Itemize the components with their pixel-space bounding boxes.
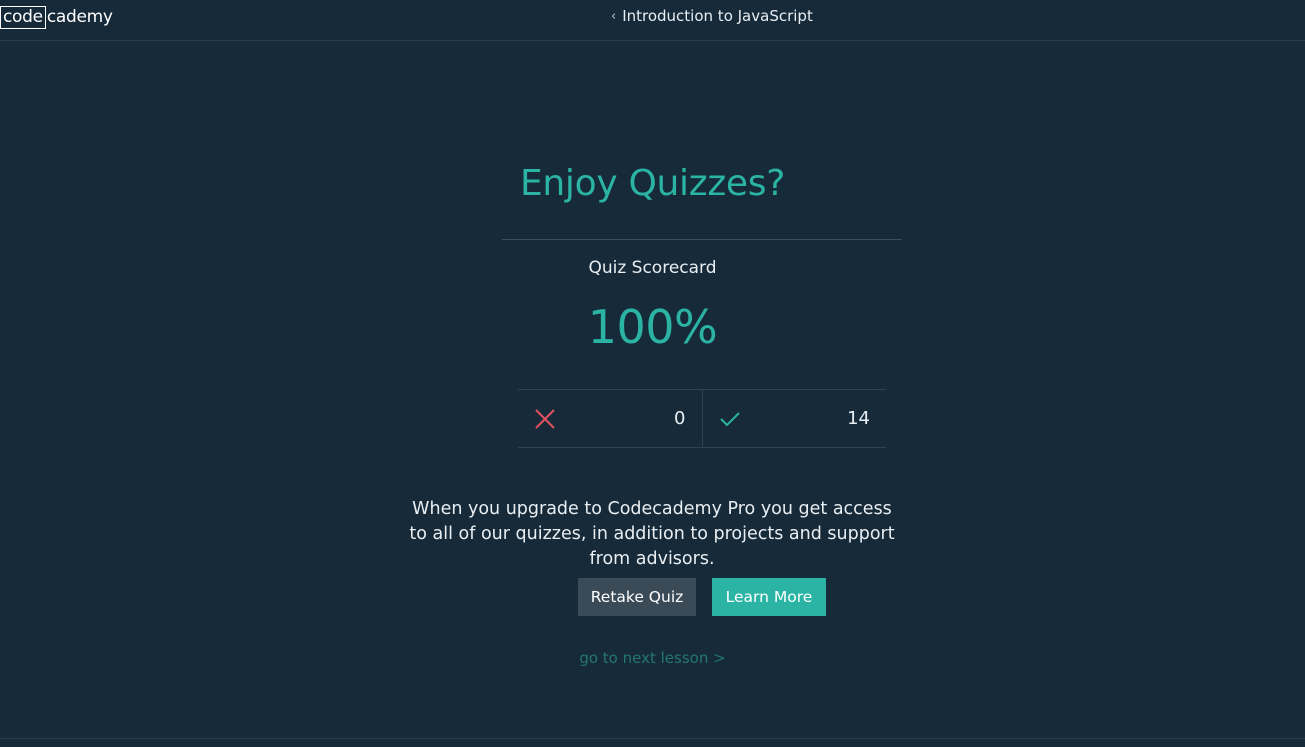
title-divider [502,239,902,240]
breadcrumb-label: Introduction to JavaScript [622,7,813,25]
upgrade-message: When you upgrade to Codecademy Pro you g… [409,499,895,569]
score-percent: 100% [587,300,718,354]
next-lesson-link[interactable]: go to next lesson > [0,649,1305,667]
footer-divider [0,738,1305,739]
logo-boxed-text: code [0,5,46,29]
codecademy-logo[interactable]: code cademy [0,5,113,29]
breadcrumb-back-link[interactable]: ‹ Introduction to JavaScript [611,6,813,26]
correct-tally: 14 [703,390,887,447]
check-icon [719,410,741,428]
retake-quiz-button[interactable]: Retake Quiz [578,578,696,616]
score-tally: 0 14 [518,389,886,448]
top-bar: code cademy ‹ Introduction to JavaScript [0,0,1305,41]
incorrect-tally: 0 [518,390,703,447]
logo-rest-text: cademy [46,7,113,27]
page-title: Enjoy Quizzes? [519,163,786,204]
incorrect-count: 0 [674,408,686,429]
chevron-left-icon: ‹ [611,8,617,24]
close-icon [534,408,556,430]
correct-count: 14 [847,408,870,429]
learn-more-button[interactable]: Learn More [712,578,826,616]
scorecard-label: Quiz Scorecard [588,258,717,278]
